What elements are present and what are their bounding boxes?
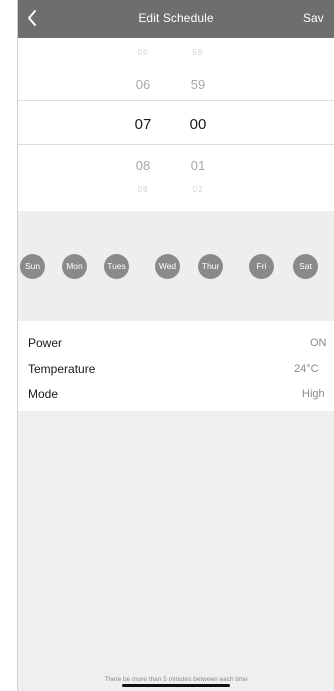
day-chip-wed[interactable]: Wed [155,254,180,279]
day-chip-thur[interactable]: Thur [198,254,223,279]
selection-line-bottom [18,144,334,145]
hour-option[interactable]: 08 [118,158,168,173]
settings-list: Power ON Temperature 24°C Mode High [18,321,334,411]
navigation-bar: Edit Schedule Sav [18,0,334,38]
minute-option[interactable]: 02 [173,185,223,194]
power-label: Power [28,336,63,350]
day-chip-mon[interactable]: Mon [62,254,87,279]
left-margin [0,0,18,691]
selection-line-top [18,100,334,101]
page-title: Edit Schedule [138,11,214,25]
mode-row[interactable]: Mode High [18,381,334,407]
home-indicator [122,684,230,687]
schedule-hint: There be more than 5 minutes between eac… [104,676,248,683]
save-button[interactable]: Sav [303,11,324,25]
minute-option[interactable]: 59 [173,77,223,92]
day-selector: Sun Mon Tues Wed Thur Fri Sat [18,211,334,321]
minute-selected[interactable]: 00 [173,116,223,133]
time-picker[interactable]: 05 06 07 08 09 58 59 00 01 02 [18,38,334,211]
hour-option[interactable]: 05 [118,48,168,57]
mode-label: Mode [28,387,59,401]
minute-option[interactable]: 58 [173,48,223,57]
day-chip-fri[interactable]: Fri [249,254,274,279]
day-chip-sun[interactable]: Sun [20,254,45,279]
temperature-label: Temperature [28,362,96,376]
temperature-value: 24°C [294,363,319,375]
hour-selected[interactable]: 07 [118,116,168,133]
mode-value: High [302,388,325,400]
hour-option[interactable]: 06 [118,77,168,92]
edit-schedule-screen: Edit Schedule Sav 05 06 07 08 09 58 59 0… [18,0,334,691]
hour-option[interactable]: 09 [118,185,168,194]
minute-option[interactable]: 01 [173,158,223,173]
day-chip-sat[interactable]: Sat [293,254,318,279]
temperature-row[interactable]: Temperature 24°C [18,356,334,382]
power-row[interactable]: Power ON [18,330,334,356]
day-chip-tues[interactable]: Tues [104,254,129,279]
power-value: ON [310,337,327,349]
